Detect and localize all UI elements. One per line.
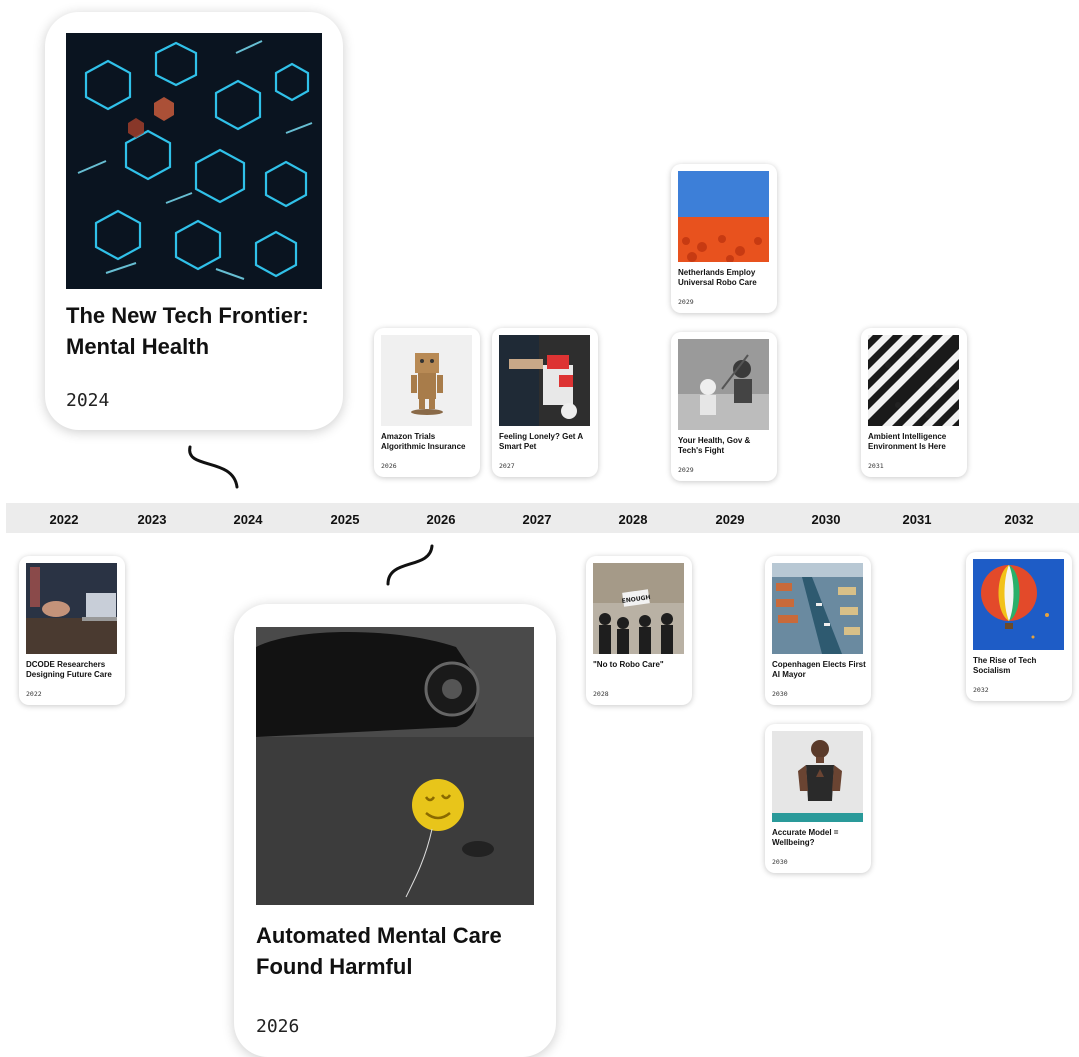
year-label-2024[interactable]: 2024 xyxy=(234,512,263,527)
card-year: 2030 xyxy=(772,858,788,866)
year-label-2023[interactable]: 2023 xyxy=(138,512,167,527)
card-netherlands-robo-care[interactable]: Netherlands Employ Universal Robo Care 2… xyxy=(671,164,777,313)
featured-image-smiley-balloon xyxy=(256,627,534,905)
card-year: 2029 xyxy=(678,466,694,474)
year-label-2022[interactable]: 2022 xyxy=(50,512,79,527)
card-image-copenhagen xyxy=(772,563,863,654)
card-title: Feeling Lonely? Get A Smart Pet xyxy=(499,432,583,451)
featured-title: The New Tech Frontier: Mental Health xyxy=(66,303,309,359)
card-title: Your Health, Gov & Tech's Fight xyxy=(678,436,751,455)
year-label-2032[interactable]: 2032 xyxy=(1005,512,1034,527)
card-amazon-insurance[interactable]: Amazon Trials Algorithmic Insurance 2026 xyxy=(374,328,480,477)
card-year: 2022 xyxy=(26,690,42,698)
card-image-cardboard-robot xyxy=(381,335,472,426)
card-dcode-researchers[interactable]: DCODE Researchers Designing Future Care … xyxy=(19,556,125,705)
featured-card-tech-frontier[interactable]: The New Tech Frontier: Mental Health 202… xyxy=(45,12,343,430)
card-year: 2031 xyxy=(868,462,884,470)
card-title: Accurate Model = Wellbeing? xyxy=(772,828,839,847)
card-title: DCODE Researchers Designing Future Care xyxy=(26,660,112,679)
card-ambient-intelligence[interactable]: Ambient Intelligence Environment Is Here… xyxy=(861,328,967,477)
card-title: Ambient Intelligence Environment Is Here xyxy=(868,432,947,451)
featured-year: 2024 xyxy=(66,390,110,411)
card-title: Amazon Trials Algorithmic Insurance xyxy=(381,432,466,451)
connector-2026 xyxy=(386,544,434,586)
year-label-2026[interactable]: 2026 xyxy=(427,512,456,527)
year-label-2030[interactable]: 2030 xyxy=(812,512,841,527)
year-label-2029[interactable]: 2029 xyxy=(716,512,745,527)
card-copenhagen-ai-mayor[interactable]: Copenhagen Elects First AI Mayor 2030 xyxy=(765,556,871,705)
card-image-meditation xyxy=(772,731,863,822)
card-no-robo-care[interactable]: ENOUGH "No to Robo Care" 2028 xyxy=(586,556,692,705)
connector-2024 xyxy=(188,445,239,489)
card-year: 2030 xyxy=(772,690,788,698)
card-title: The Rise of Tech Socialism xyxy=(973,656,1037,675)
card-image-protest: ENOUGH xyxy=(593,563,684,654)
card-title: Netherlands Employ Universal Robo Care xyxy=(678,268,757,287)
card-year: 2032 xyxy=(973,686,989,694)
featured-year: 2026 xyxy=(256,1016,300,1037)
card-image-lego-fight xyxy=(678,339,769,430)
card-year: 2028 xyxy=(593,690,609,698)
card-image-robot-pet xyxy=(499,335,590,426)
card-year: 2029 xyxy=(678,298,694,306)
card-tech-socialism[interactable]: The Rise of Tech Socialism 2032 xyxy=(966,552,1072,701)
card-image-meeting xyxy=(26,563,117,654)
card-image-crosswalk xyxy=(868,335,959,426)
year-label-2031[interactable]: 2031 xyxy=(903,512,932,527)
card-title: "No to Robo Care" xyxy=(593,660,664,669)
year-label-2025[interactable]: 2025 xyxy=(331,512,360,527)
card-accurate-model-wellbeing[interactable]: Accurate Model = Wellbeing? 2030 xyxy=(765,724,871,873)
year-label-2027[interactable]: 2027 xyxy=(523,512,552,527)
card-year: 2026 xyxy=(381,462,397,470)
featured-title: Automated Mental Care Found Harmful xyxy=(256,923,502,979)
card-lonely-smart-pet[interactable]: Feeling Lonely? Get A Smart Pet 2027 xyxy=(492,328,598,477)
card-image-tulip-field xyxy=(678,171,769,262)
card-health-gov-tech[interactable]: Your Health, Gov & Tech's Fight 2029 xyxy=(671,332,777,481)
featured-card-automated-care[interactable]: Automated Mental Care Found Harmful 2026 xyxy=(234,604,556,1057)
featured-image-neon-hexagons xyxy=(66,33,322,289)
card-title: Copenhagen Elects First AI Mayor xyxy=(772,660,866,679)
card-year: 2027 xyxy=(499,462,515,470)
card-image-hot-air-balloon xyxy=(973,559,1064,650)
year-label-2028[interactable]: 2028 xyxy=(619,512,648,527)
